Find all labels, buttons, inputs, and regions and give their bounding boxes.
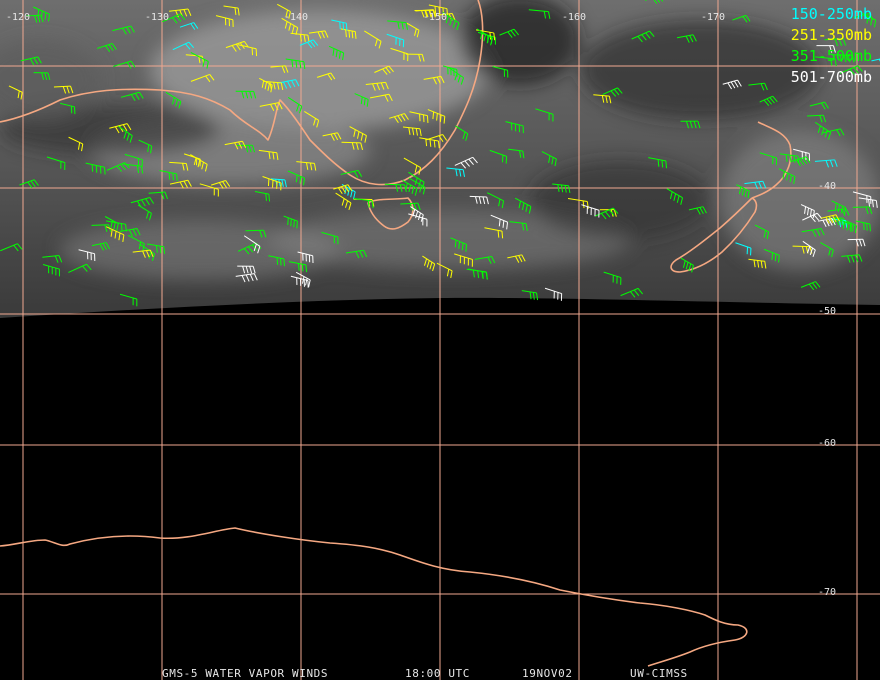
- observation-time: 18:00 UTC: [405, 667, 471, 680]
- longitude-label: -160: [562, 12, 587, 23]
- map-footer: GMS-5 WATER VAPOR WINDS 18:00 UTC 19NOV0…: [0, 667, 880, 680]
- legend-item: 351-500mb: [790, 47, 872, 65]
- legend-item: 501-700mb: [790, 68, 872, 86]
- longitude-label: -130: [145, 12, 170, 23]
- map-canvas: [0, 0, 880, 680]
- observation-date: 19NOV02: [522, 667, 573, 680]
- legend-item: 150-250mb: [790, 5, 872, 23]
- data-credit: UW-CIMSS: [630, 667, 688, 680]
- pressure-level-legend: 150-250mb 251-350mb 351-500mb 501-700mb: [791, 4, 872, 88]
- latitude-label: -50: [818, 306, 837, 317]
- longitude-label: -150: [423, 12, 448, 23]
- satellite-wind-map: 150-250mb 251-350mb 351-500mb 501-700mb …: [0, 0, 880, 680]
- product-name: GMS-5 WATER VAPOR WINDS: [162, 667, 329, 680]
- latitude-label: -70: [818, 587, 837, 598]
- latitude-label: -40: [818, 181, 837, 192]
- latitude-label: -60: [818, 438, 837, 449]
- longitude-label: -120: [6, 12, 31, 23]
- longitude-label: -170: [701, 12, 726, 23]
- antarctica-coastline: [0, 527, 748, 667]
- legend-item: 251-350mb: [790, 26, 872, 44]
- longitude-label: -140: [284, 12, 309, 23]
